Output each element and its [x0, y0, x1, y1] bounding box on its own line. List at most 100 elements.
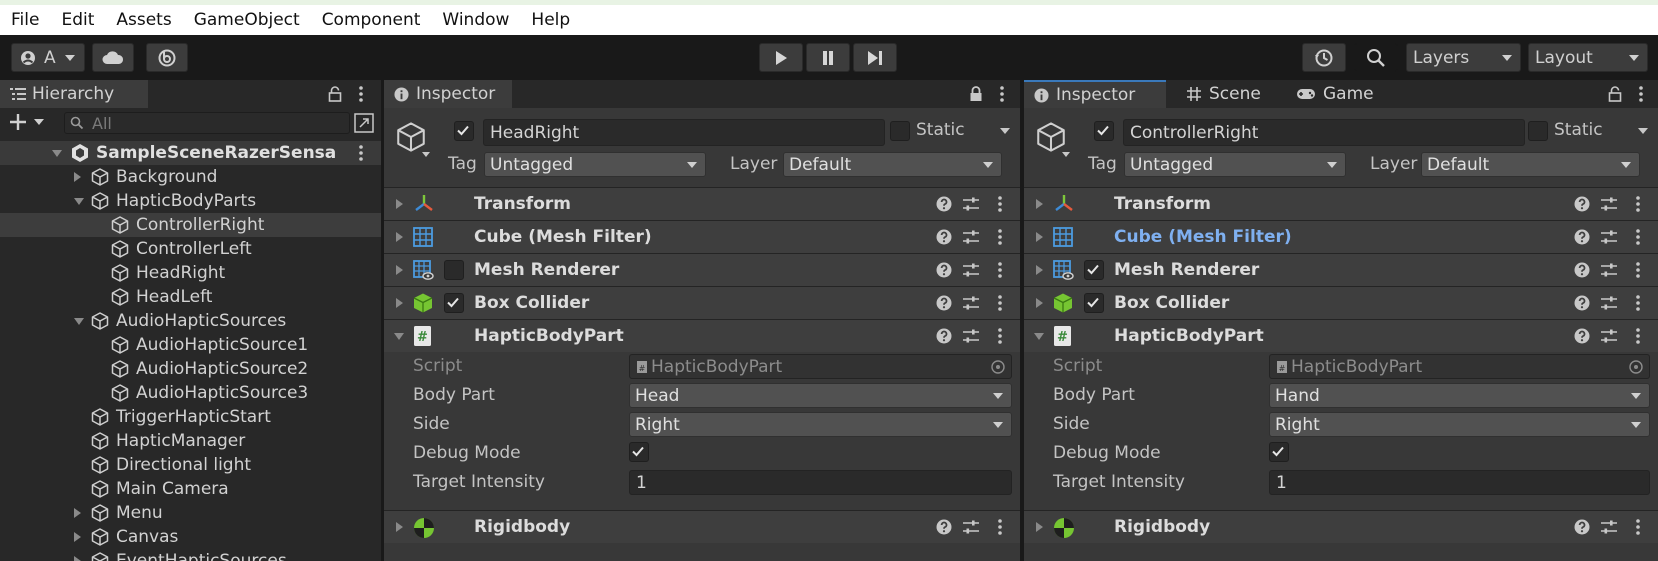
menu-edit[interactable]: Edit	[50, 10, 105, 30]
lock-icon[interactable]	[1608, 86, 1622, 102]
help-icon[interactable]	[1574, 262, 1590, 283]
hierarchy-item[interactable]: AudioHapticSource3	[0, 381, 381, 405]
preset-icon[interactable]	[1600, 519, 1618, 540]
kebab-menu-icon[interactable]	[997, 262, 1003, 283]
component-header-box-collider[interactable]: Box Collider	[384, 286, 1020, 319]
hierarchy-item[interactable]: TriggerHapticStart	[0, 405, 381, 429]
kebab-menu-icon[interactable]	[1635, 262, 1641, 283]
hierarchy-item[interactable]: Background	[0, 165, 381, 189]
layers-dropdown[interactable]: Layers	[1406, 43, 1521, 72]
lock-icon[interactable]	[969, 86, 983, 102]
side-dropdown[interactable]: Right	[1269, 412, 1650, 437]
hierarchy-item[interactable]: Menu	[0, 501, 381, 525]
hierarchy-item[interactable]: HapticManager	[0, 429, 381, 453]
account-dropdown[interactable]: A	[11, 43, 85, 72]
help-icon[interactable]	[1574, 196, 1590, 217]
preset-icon[interactable]	[962, 262, 980, 283]
kebab-menu-icon[interactable]	[997, 328, 1003, 349]
body-part-dropdown[interactable]: Hand	[1269, 383, 1650, 408]
help-icon[interactable]	[936, 328, 952, 349]
component-header-rigidbody[interactable]: Rigidbody	[1024, 510, 1658, 543]
preset-icon[interactable]	[1600, 295, 1618, 316]
component-enabled-checkbox[interactable]	[444, 260, 464, 280]
step-button[interactable]	[853, 43, 897, 72]
object-picker-icon[interactable]	[1629, 360, 1643, 374]
component-header-mesh-filter[interactable]: Cube (Mesh Filter)	[384, 220, 1020, 253]
expand-arrow-icon[interactable]	[1036, 298, 1043, 308]
help-icon[interactable]	[1574, 229, 1590, 250]
collapse-arrow-icon[interactable]	[74, 198, 84, 205]
kebab-menu-icon[interactable]	[358, 86, 364, 102]
menu-component[interactable]: Component	[311, 10, 432, 30]
component-header-mesh-renderer[interactable]: Mesh Renderer	[1024, 253, 1658, 286]
tab-scene[interactable]: Scene	[1176, 80, 1276, 108]
object-picker-icon[interactable]	[991, 360, 1005, 374]
search-button[interactable]	[1354, 43, 1398, 72]
preset-icon[interactable]	[962, 229, 980, 250]
body-part-dropdown[interactable]: Head	[629, 383, 1012, 408]
preset-icon[interactable]	[1600, 229, 1618, 250]
menu-gameobject[interactable]: GameObject	[183, 10, 311, 30]
debug-mode-checkbox[interactable]	[629, 442, 649, 462]
menu-file[interactable]: File	[0, 10, 50, 30]
collapse-arrow-icon[interactable]	[74, 318, 84, 325]
active-checkbox[interactable]	[1094, 121, 1114, 141]
hierarchy-item[interactable]: HapticBodyParts	[0, 189, 381, 213]
preset-icon[interactable]	[962, 196, 980, 217]
active-checkbox[interactable]	[454, 121, 474, 141]
preset-icon[interactable]	[962, 328, 980, 349]
hierarchy-item[interactable]: AudioHapticSources	[0, 309, 381, 333]
help-icon[interactable]	[1574, 295, 1590, 316]
help-icon[interactable]	[936, 196, 952, 217]
expand-arrow-icon[interactable]	[74, 556, 81, 561]
collapse-arrow-icon[interactable]	[394, 333, 404, 340]
preset-icon[interactable]	[962, 295, 980, 316]
menu-assets[interactable]: Assets	[105, 10, 182, 30]
kebab-menu-icon[interactable]	[997, 196, 1003, 217]
hierarchy-item[interactable]: HeadLeft	[0, 285, 381, 309]
kebab-menu-icon[interactable]	[999, 86, 1005, 102]
add-button[interactable]	[8, 112, 48, 132]
component-enabled-checkbox[interactable]	[1084, 293, 1104, 313]
preset-icon[interactable]	[1600, 328, 1618, 349]
expand-arrow-icon[interactable]	[1036, 522, 1043, 532]
expand-arrow-icon[interactable]	[396, 522, 403, 532]
kebab-menu-icon[interactable]	[997, 519, 1003, 540]
component-header-rigidbody[interactable]: Rigidbody	[384, 510, 1020, 543]
help-icon[interactable]	[936, 262, 952, 283]
preset-icon[interactable]	[962, 519, 980, 540]
scene-row[interactable]: SampleSceneRazerSensa	[0, 141, 381, 165]
debug-mode-checkbox[interactable]	[1269, 442, 1289, 462]
tab-game[interactable]: Game	[1286, 80, 1386, 108]
expand-arrow-icon[interactable]	[396, 199, 403, 209]
layout-dropdown[interactable]: Layout	[1528, 43, 1648, 72]
expand-arrow-icon[interactable]	[1036, 199, 1043, 209]
play-button[interactable]	[759, 43, 803, 72]
help-icon[interactable]	[1574, 328, 1590, 349]
tab-hierarchy[interactable]: Hierarchy	[0, 80, 148, 108]
kebab-menu-icon[interactable]	[1635, 229, 1641, 250]
kebab-menu-icon[interactable]	[1635, 328, 1641, 349]
kebab-menu-icon[interactable]	[1635, 196, 1641, 217]
preset-icon[interactable]	[1600, 262, 1618, 283]
tab-inspector[interactable]: Inspector	[1024, 80, 1166, 108]
expand-arrow-icon[interactable]	[1036, 232, 1043, 242]
target-intensity-input[interactable]: 1	[629, 470, 1012, 495]
kebab-menu-icon[interactable]	[1635, 519, 1641, 540]
menu-window[interactable]: Window	[431, 10, 520, 30]
component-enabled-checkbox[interactable]	[1084, 260, 1104, 280]
target-intensity-input[interactable]: 1	[1269, 470, 1650, 495]
preset-icon[interactable]	[1600, 196, 1618, 217]
static-dropdown-icon[interactable]	[1000, 128, 1010, 134]
component-enabled-checkbox[interactable]	[444, 293, 464, 313]
tag-dropdown[interactable]: Untagged	[1124, 152, 1346, 177]
static-checkbox[interactable]	[890, 121, 910, 141]
hierarchy-item[interactable]: Canvas	[0, 525, 381, 549]
history-button[interactable]	[1302, 43, 1346, 72]
help-icon[interactable]	[936, 295, 952, 316]
expand-arrow-icon[interactable]	[74, 532, 81, 542]
hierarchy-item[interactable]: ControllerRight	[0, 213, 381, 237]
object-name-input[interactable]: HeadRight	[483, 119, 885, 146]
hierarchy-item[interactable]: HeadRight	[0, 261, 381, 285]
object-name-input[interactable]: ControllerRight	[1123, 119, 1525, 146]
